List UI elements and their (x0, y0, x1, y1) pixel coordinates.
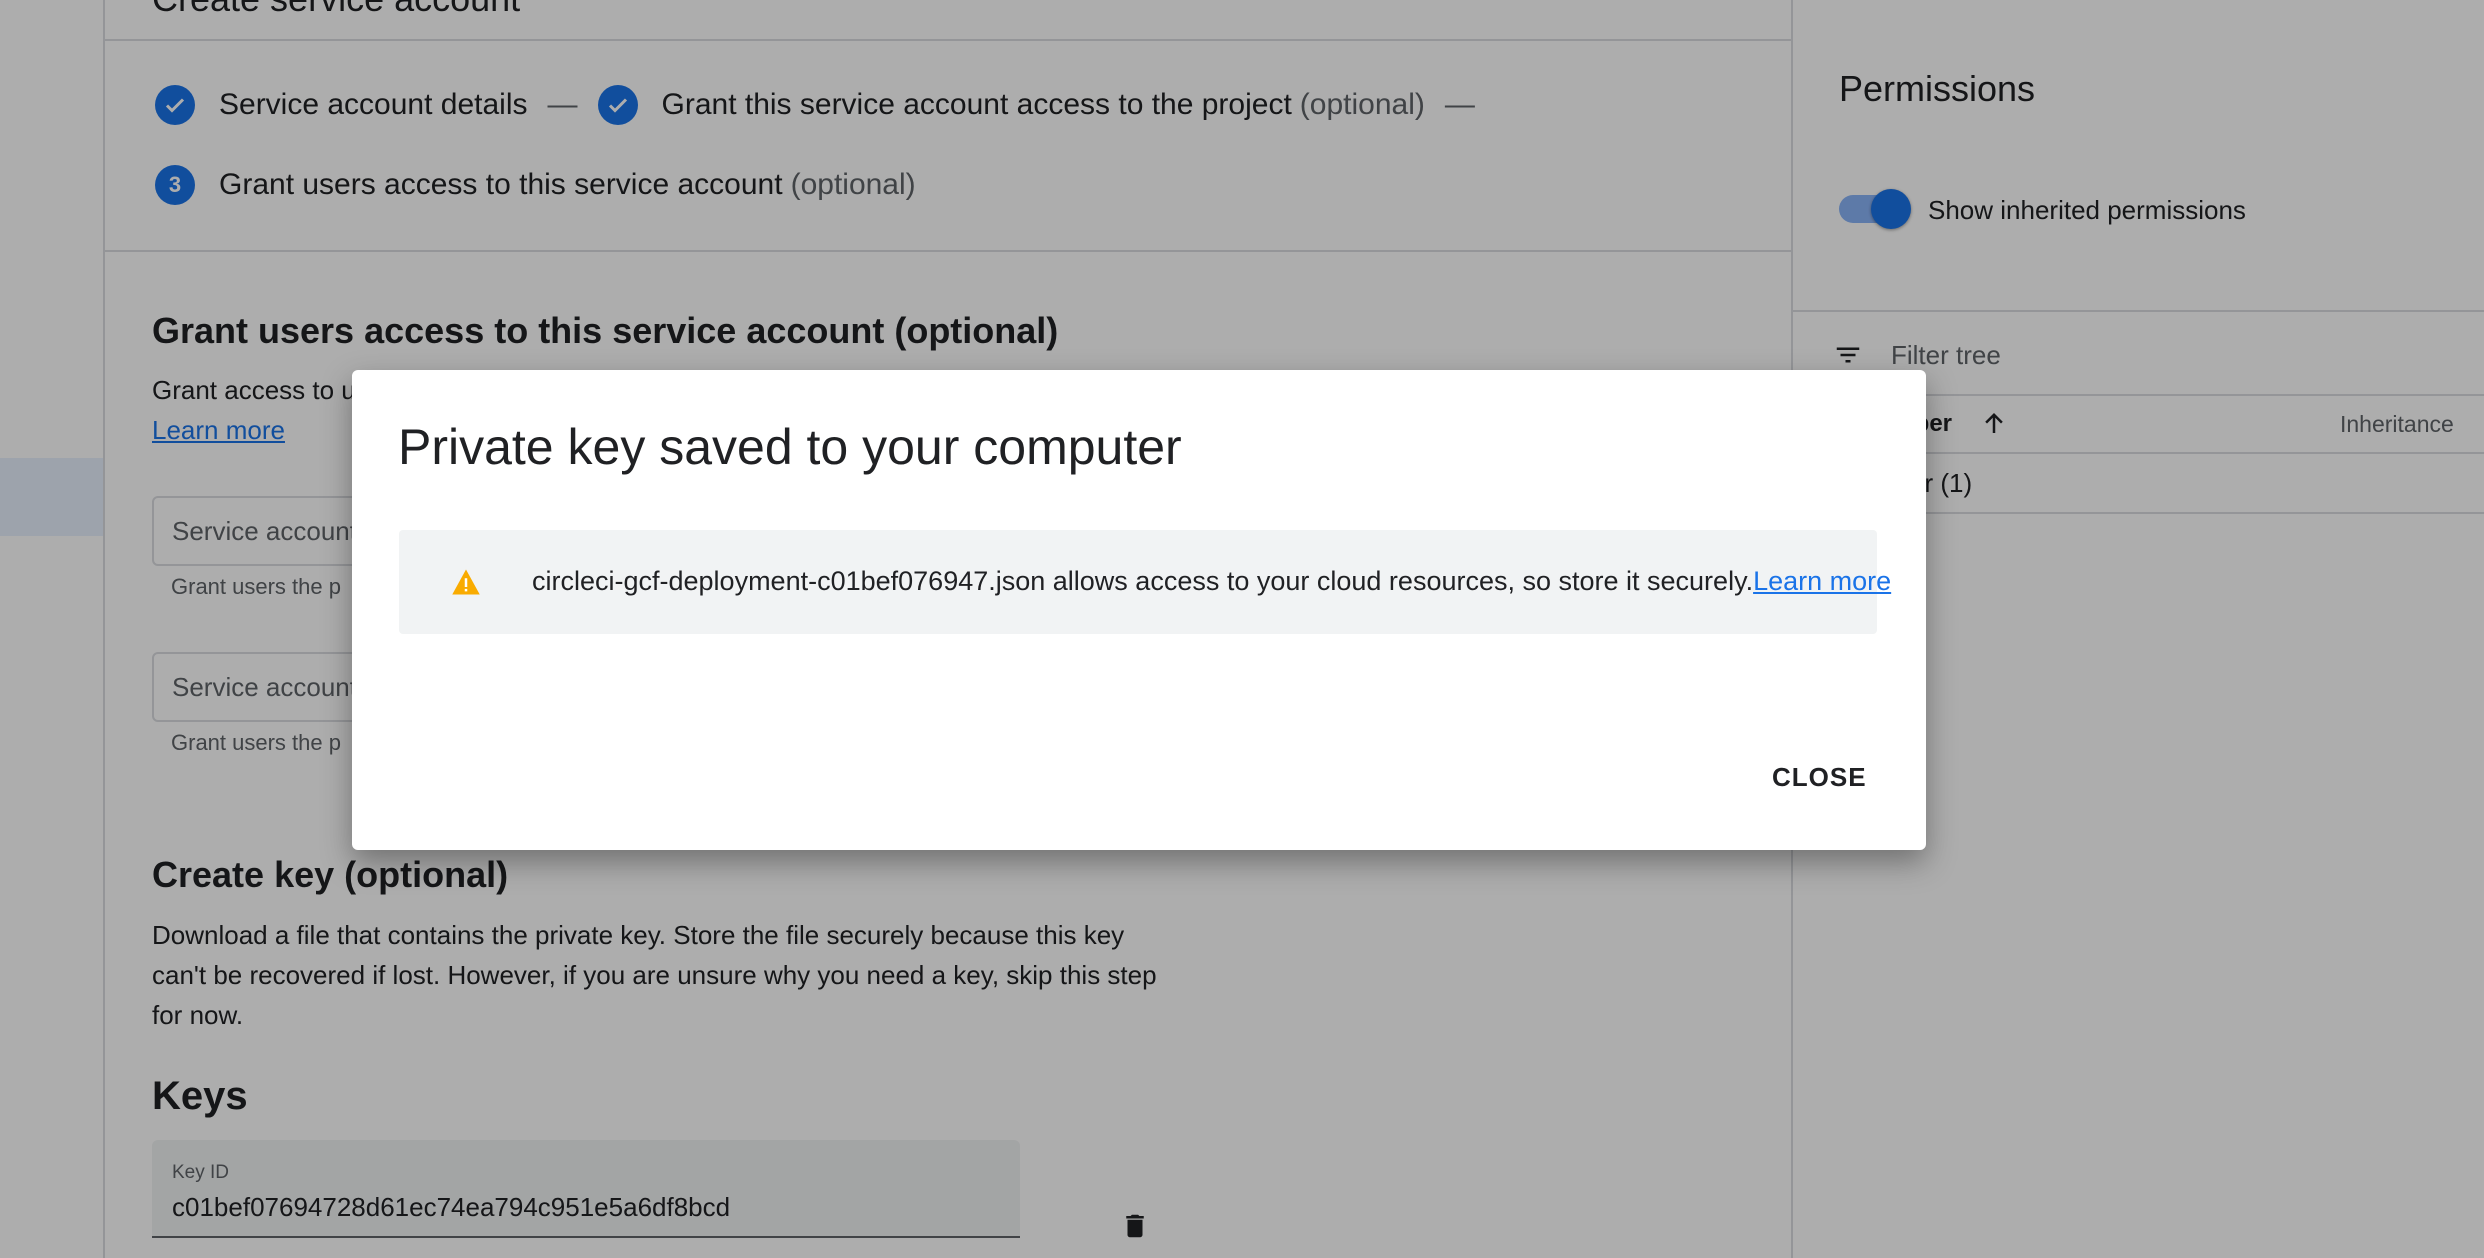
warning-banner: circleci-gcf-deployment-c01bef076947.jso… (399, 530, 1891, 634)
warning-icon (451, 568, 481, 601)
close-button[interactable]: CLOSE (1772, 762, 1867, 793)
private-key-dialog: Private key saved to your computer circl… (352, 370, 1926, 850)
warning-message: circleci-gcf-deployment-c01bef076947.jso… (532, 566, 1891, 597)
dialog-title: Private key saved to your computer (398, 419, 1182, 475)
warning-learn-more-link[interactable]: Learn more (1753, 566, 1891, 596)
warning-text: circleci-gcf-deployment-c01bef076947.jso… (532, 566, 1754, 596)
